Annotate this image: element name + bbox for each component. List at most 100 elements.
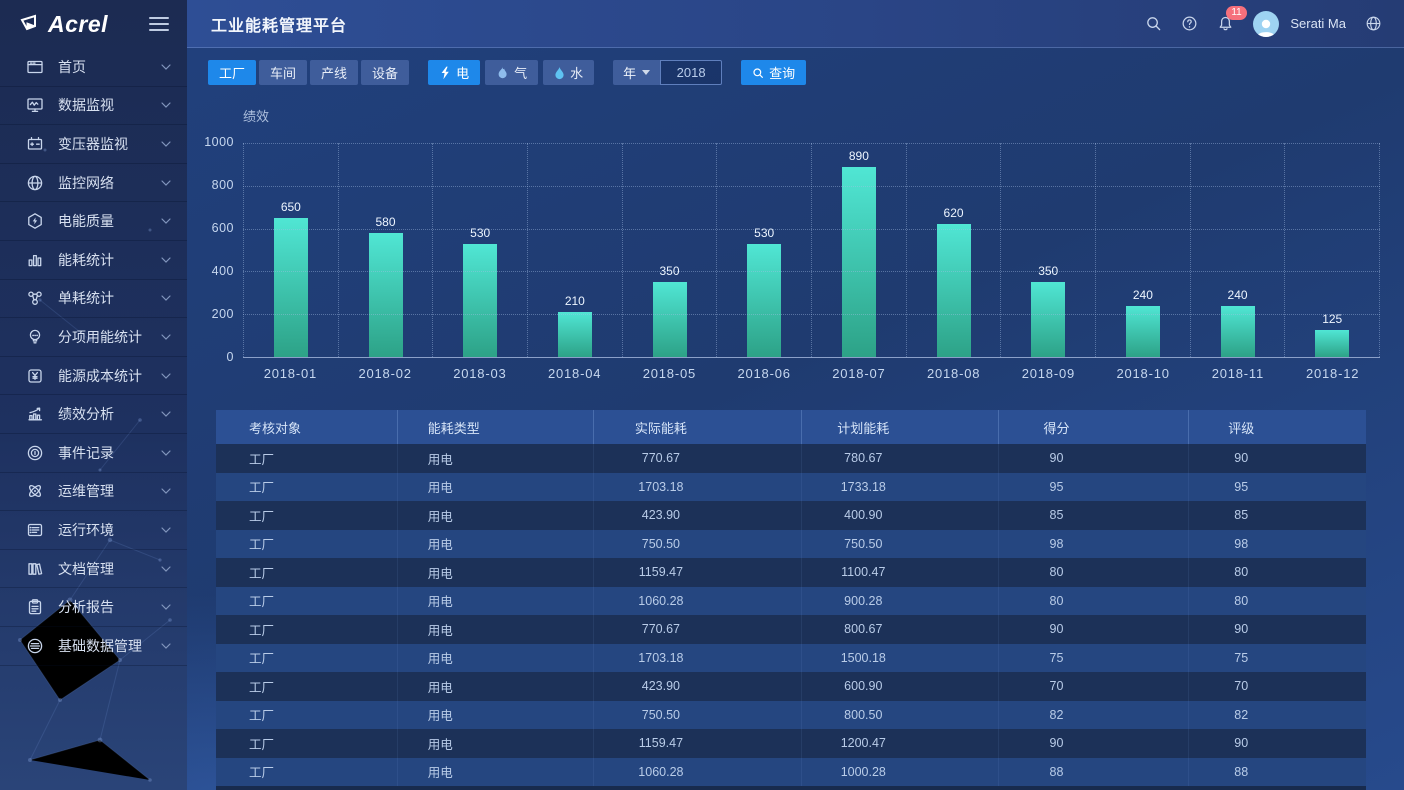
topbar-actions: 11 Serati Ma <box>1145 11 1382 37</box>
sidebar-item-2[interactable]: 变压器监视 <box>0 125 187 164</box>
sidebar-item-label: 运维管理 <box>58 481 114 501</box>
table-cell: 750.50 <box>594 530 802 559</box>
table-body: 工厂用电770.67780.679090工厂用电1703.181733.1895… <box>216 444 1366 790</box>
help-icon[interactable] <box>1181 15 1198 32</box>
scope-tab-1[interactable]: 车间 <box>259 60 307 85</box>
sidebar-item-15[interactable]: 基础数据管理 <box>0 627 187 666</box>
year-input[interactable] <box>660 60 722 85</box>
table-cell: 用电 <box>398 615 595 644</box>
sidebar-item-label: 文档管理 <box>58 559 114 579</box>
logo-bar: Acrel <box>0 0 187 48</box>
event-log-icon <box>26 444 44 462</box>
table-cell: 工厂 <box>216 558 398 587</box>
table-cell: 780.67 <box>802 444 999 473</box>
content: 工厂车间产线设备 电气水 年 查询 绩效 <box>187 48 1404 790</box>
period-select[interactable]: 年 <box>613 60 660 85</box>
table-cell: 用电 <box>398 587 595 616</box>
user-name[interactable]: Serati Ma <box>1290 16 1346 31</box>
energy-tab-2[interactable]: 水 <box>543 60 594 85</box>
table-cell: 1000.28 <box>802 758 999 787</box>
chevron-down-icon <box>161 102 171 108</box>
sidebar-item-label: 单耗统计 <box>58 288 114 308</box>
table-row-11: 工厂用电1060.281000.288888 <box>216 758 1366 787</box>
query-button[interactable]: 查询 <box>741 60 806 85</box>
table-cell: 1733.18 <box>802 473 999 502</box>
table-cell: 1060.28 <box>594 758 802 787</box>
sidebar-item-12[interactable]: 运行环境 <box>0 511 187 550</box>
chart-column-2018-04: 210 <box>527 143 622 357</box>
sidebar-item-10[interactable]: 事件记录 <box>0 434 187 473</box>
table-cell: 1100.47 <box>802 558 999 587</box>
table-cell: 90 <box>1189 729 1364 758</box>
page-title: 工业能耗管理平台 <box>211 12 347 36</box>
x-tick-label: 2018-01 <box>243 366 338 381</box>
sidebar-item-5[interactable]: 能耗统计 <box>0 241 187 280</box>
chevron-down-icon <box>161 218 171 224</box>
scope-tab-3[interactable]: 设备 <box>361 60 409 85</box>
table-row-6: 工厂用电770.67800.679090 <box>216 615 1366 644</box>
notifications-bell-icon[interactable]: 11 <box>1217 15 1234 32</box>
table-cell: 用电 <box>398 701 595 730</box>
sidebar-item-7[interactable]: 分项用能统计 <box>0 318 187 357</box>
x-tick-label: 2018-08 <box>906 366 1001 381</box>
table-cell: 90 <box>1189 444 1364 473</box>
y-tick-label: 600 <box>212 221 234 235</box>
bar <box>937 224 971 357</box>
menu-collapse-icon[interactable] <box>149 13 169 35</box>
bar <box>1031 282 1065 357</box>
data-monitor-icon <box>26 96 44 114</box>
sidebar-item-label: 能源成本统计 <box>58 366 142 386</box>
search-icon <box>752 67 764 79</box>
period-group: 年 <box>613 60 722 85</box>
bar <box>369 233 403 357</box>
table-row-partial <box>216 786 1366 790</box>
table-cell: 770.67 <box>594 615 802 644</box>
avatar[interactable] <box>1253 11 1279 37</box>
chart-column-2018-11: 240 <box>1190 143 1285 357</box>
main: 工业能耗管理平台 11 <box>187 0 1404 790</box>
sidebar-item-8[interactable]: 能源成本统计 <box>0 357 187 396</box>
scope-tab-2[interactable]: 产线 <box>310 60 358 85</box>
table-cell: 800.50 <box>802 701 999 730</box>
sidebar-item-3[interactable]: 监控网络 <box>0 164 187 203</box>
sidebar-item-11[interactable]: 运维管理 <box>0 473 187 512</box>
table-cell: 600.90 <box>802 672 999 701</box>
table-cell: 用电 <box>398 729 595 758</box>
energy-tab-1[interactable]: 气 <box>485 60 538 85</box>
sidebar-item-9[interactable]: 绩效分析 <box>0 395 187 434</box>
sidebar-item-label: 能耗统计 <box>58 250 114 270</box>
bar <box>558 312 592 357</box>
table-row-8: 工厂用电423.90600.907070 <box>216 672 1366 701</box>
table-cell: 80 <box>999 558 1189 587</box>
chart-column-2018-12: 125 <box>1284 143 1380 357</box>
sidebar-item-4[interactable]: 电能质量 <box>0 202 187 241</box>
table-cell: 1703.18 <box>594 473 802 502</box>
scope-tab-0[interactable]: 工厂 <box>208 60 256 85</box>
chevron-down-icon <box>161 373 171 379</box>
sidebar-item-1[interactable]: 数据监视 <box>0 87 187 126</box>
search-icon[interactable] <box>1145 15 1162 32</box>
topbar: 工业能耗管理平台 11 <box>187 0 1404 48</box>
energy-tab-group: 电气水 <box>428 60 599 85</box>
chevron-down-icon <box>161 334 171 340</box>
table-cell: 用电 <box>398 530 595 559</box>
sidebar-item-14[interactable]: 分析报告 <box>0 588 187 627</box>
sidebar-item-0[interactable]: 首页 <box>0 48 187 87</box>
energy-tab-0[interactable]: 电 <box>428 60 480 85</box>
sidebar-item-13[interactable]: 文档管理 <box>0 550 187 589</box>
bar-value-label: 890 <box>849 149 869 163</box>
bar-value-label: 210 <box>565 294 585 308</box>
sidebar-item-label: 基础数据管理 <box>58 636 142 656</box>
table-cell: 85 <box>999 501 1189 530</box>
sidebar-item-6[interactable]: 单耗统计 <box>0 280 187 319</box>
subitem-energy-icon <box>26 328 44 346</box>
bar <box>274 218 308 357</box>
language-globe-icon[interactable] <box>1365 15 1382 32</box>
app: Acrel 首页数据监视变压器监视监控网络电能质量能耗统计单耗统计分项用能统计能… <box>0 0 1404 790</box>
y-tick-label: 200 <box>212 307 234 321</box>
table-cell: 750.50 <box>802 530 999 559</box>
table-cell: 75 <box>999 644 1189 673</box>
table-cell: 1200.47 <box>802 729 999 758</box>
table-row-1: 工厂用电1703.181733.189595 <box>216 473 1366 502</box>
sidebar: Acrel 首页数据监视变压器监视监控网络电能质量能耗统计单耗统计分项用能统计能… <box>0 0 187 790</box>
